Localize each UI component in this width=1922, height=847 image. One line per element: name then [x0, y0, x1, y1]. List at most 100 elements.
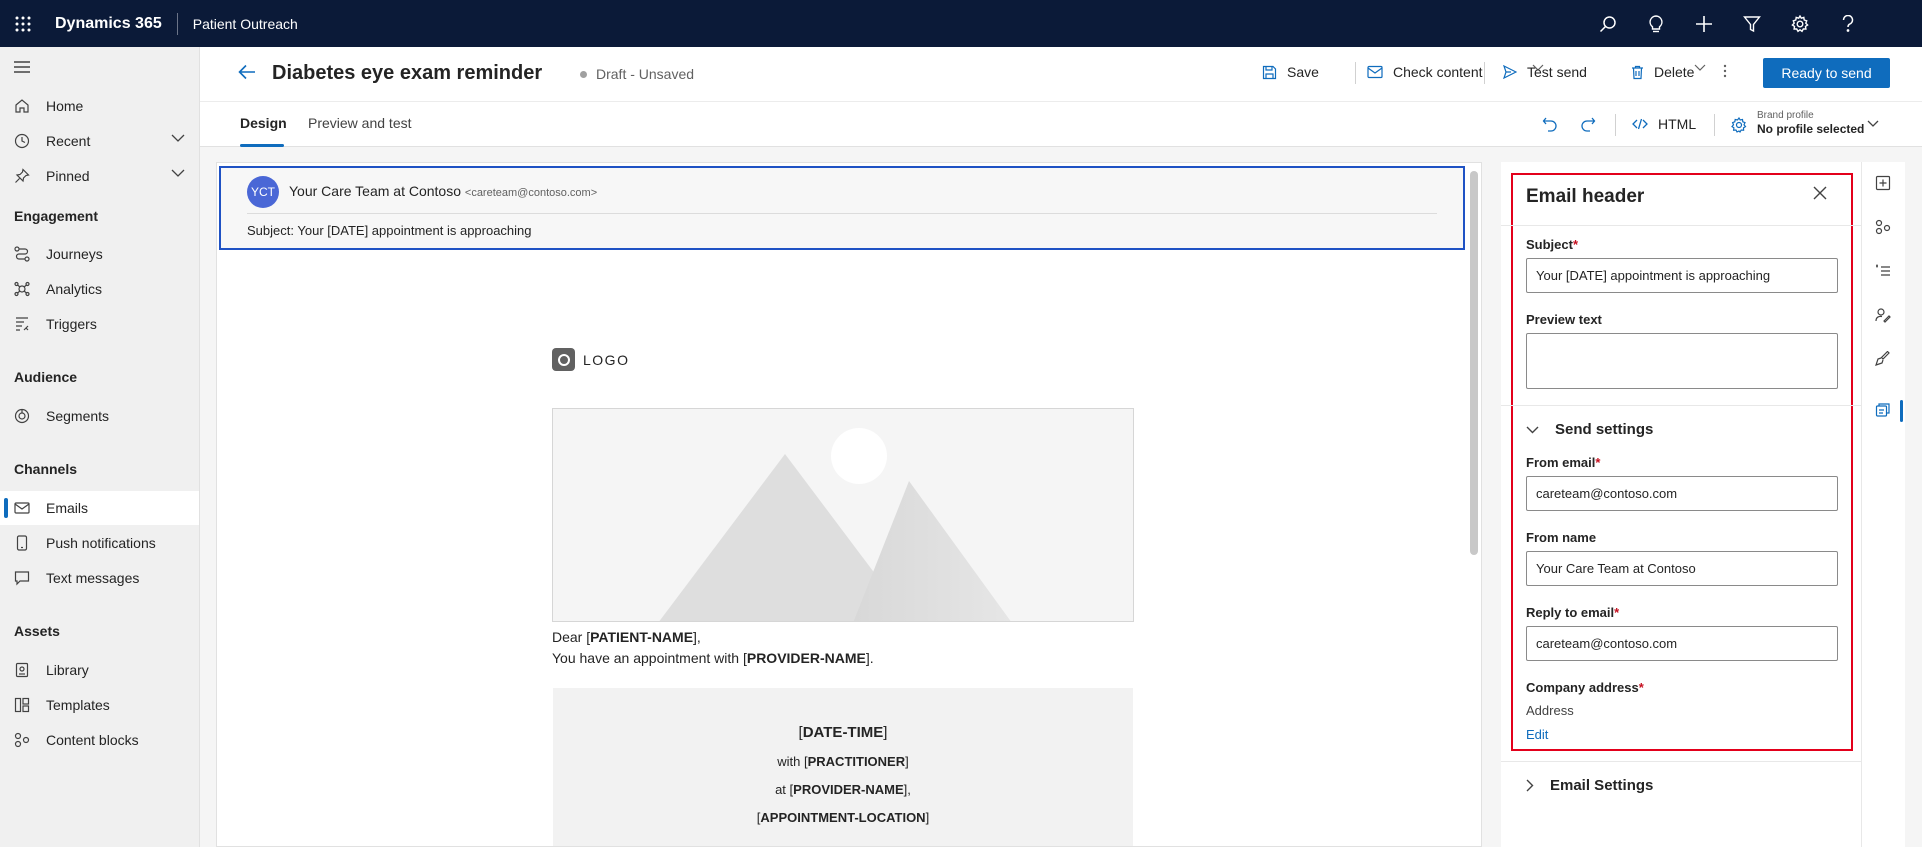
nav-item-analytics[interactable]: Analytics [0, 272, 199, 306]
test-send-button[interactable]: Test send [1503, 64, 1587, 80]
more-options-icon[interactable] [1723, 64, 1737, 78]
status-badge: Draft - Unsaved [580, 66, 694, 82]
save-button[interactable]: Save [1262, 64, 1319, 80]
html-button[interactable]: HTML [1632, 116, 1696, 132]
library-icon [14, 662, 30, 678]
lightbulb-icon[interactable] [1632, 0, 1680, 47]
company-address-label: Company address* [1526, 680, 1644, 695]
appointment-card[interactable]: [DATE-TIME] with [PRACTITIONER] at [PROV… [553, 688, 1133, 846]
nav-item-home[interactable]: Home [0, 89, 199, 123]
nav-label: Journeys [46, 246, 103, 262]
subject-input[interactable]: Your [DATE] appointment is approaching [1526, 258, 1838, 293]
help-icon[interactable] [1824, 0, 1872, 47]
send-settings-toggle[interactable]: Send settings [1526, 421, 1653, 438]
nav-label: Text messages [46, 570, 140, 586]
tab-preview-and-test[interactable]: Preview and test [308, 115, 412, 131]
text: You have an appointment with [ [552, 650, 747, 666]
check-content-chevron-icon[interactable] [1694, 64, 1716, 71]
text: ], [693, 629, 701, 645]
plus-icon[interactable] [1680, 0, 1728, 47]
logo-icon [552, 348, 575, 371]
nav-label: Segments [46, 408, 110, 424]
nav-item-segments[interactable]: Segments [0, 399, 199, 433]
edit-address-link[interactable]: Edit [1526, 727, 1548, 742]
save-label: Save [1287, 64, 1319, 80]
email-design-canvas[interactable]: YCT Your Care Team at Contoso <careteam@… [216, 162, 1482, 847]
back-arrow-icon[interactable] [238, 64, 256, 80]
brand-profile-selector[interactable]: Brand profile No profile selected [1757, 110, 1864, 136]
add-element-icon[interactable] [1875, 175, 1891, 191]
divider [1355, 62, 1356, 84]
brand-profile-value: No profile selected [1757, 122, 1865, 136]
chevron-down-icon[interactable] [171, 169, 185, 177]
brand-profile-label: Brand profile [1757, 110, 1814, 121]
user-edit-icon[interactable] [1875, 307, 1891, 323]
tab-design[interactable]: Design [240, 115, 287, 131]
subject-label: Subject: [247, 223, 294, 238]
brush-icon[interactable] [1875, 351, 1891, 367]
top-bar: Dynamics 365 Patient Outreach [0, 0, 1922, 47]
check-content-button[interactable]: Check content [1367, 64, 1483, 80]
nav-label: Triggers [46, 316, 97, 332]
canvas-scrollbar[interactable] [1470, 171, 1478, 555]
provider-token: PROVIDER-NAME [793, 782, 904, 797]
active-tab-indicator [240, 144, 284, 147]
reply-to-email-label: Reply to email* [1526, 605, 1620, 620]
chevron-right-icon [1526, 779, 1534, 792]
subject-field-label: Subject* [1526, 237, 1579, 252]
nav-item-triggers[interactable]: Triggers [0, 307, 199, 341]
nav-section-engagement: Engagement [14, 208, 99, 224]
analytics-icon [14, 281, 30, 297]
filter-icon[interactable] [1728, 0, 1776, 47]
pin-icon [14, 168, 30, 184]
image-placeholder[interactable] [552, 408, 1134, 622]
nav-item-library[interactable]: Library [0, 653, 199, 687]
nav-label: Analytics [46, 281, 103, 297]
from-email-input[interactable]: careteam@contoso.com [1526, 476, 1838, 511]
trigger-icon [14, 316, 30, 332]
gear-icon[interactable] [1776, 0, 1824, 47]
ready-to-send-button[interactable]: Ready to send [1763, 58, 1890, 88]
close-icon[interactable] [1813, 186, 1827, 200]
search-icon[interactable] [1584, 0, 1632, 47]
chevron-down-icon[interactable] [171, 134, 185, 142]
nav-label: Home [46, 98, 84, 114]
delete-button[interactable]: Delete [1631, 64, 1694, 80]
email-settings-toggle[interactable]: Email Settings [1526, 777, 1653, 794]
nav-item-pinned[interactable]: Pinned [0, 159, 199, 193]
code-icon [1632, 118, 1648, 130]
nav-item-content-blocks[interactable]: Content blocks [0, 723, 199, 757]
content-blocks-icon[interactable] [1875, 219, 1891, 235]
hamburger-menu-icon[interactable] [14, 60, 30, 74]
undo-icon[interactable] [1542, 116, 1558, 132]
logo-block[interactable]: LOGO [552, 348, 629, 371]
provider-line: at [PROVIDER-NAME], [775, 782, 911, 797]
nav-item-templates[interactable]: Templates [0, 688, 199, 722]
preview-text-input[interactable] [1526, 333, 1838, 389]
nav-item-push-notifications[interactable]: Push notifications [0, 526, 199, 560]
app-launcher-icon[interactable] [0, 0, 46, 47]
date-time-token: DATE-TIME [802, 724, 884, 741]
email-header-preview[interactable]: YCT Your Care Team at Contoso <careteam@… [219, 166, 1465, 250]
nav-item-text-messages[interactable]: Text messages [0, 561, 199, 595]
nav-item-journeys[interactable]: Journeys [0, 237, 199, 271]
tab-bar: Design Preview and test HTML Brand profi… [200, 101, 1922, 147]
divider [1484, 62, 1485, 84]
divider [247, 213, 1437, 214]
email-header-settings-icon[interactable] [1875, 402, 1891, 418]
reply-to-email-input[interactable]: careteam@contoso.com [1526, 626, 1838, 661]
nav-item-emails[interactable]: Emails [0, 491, 199, 525]
personalization-icon[interactable] [1875, 263, 1891, 279]
nav-section-assets: Assets [14, 623, 60, 639]
from-name-input[interactable]: Your Care Team at Contoso [1526, 551, 1838, 586]
nav-section-channels: Channels [14, 461, 78, 477]
nav-item-recent[interactable]: Recent [0, 124, 199, 158]
address-value: Address [1526, 703, 1574, 718]
panel-title: Email header [1526, 186, 1645, 207]
redo-icon[interactable] [1580, 116, 1596, 132]
area-name[interactable]: Patient Outreach [193, 16, 298, 32]
chevron-down-icon[interactable] [1867, 120, 1879, 127]
app-name[interactable]: Dynamics 365 [55, 15, 162, 33]
nav-label: Library [46, 662, 89, 678]
divider [1615, 114, 1616, 136]
